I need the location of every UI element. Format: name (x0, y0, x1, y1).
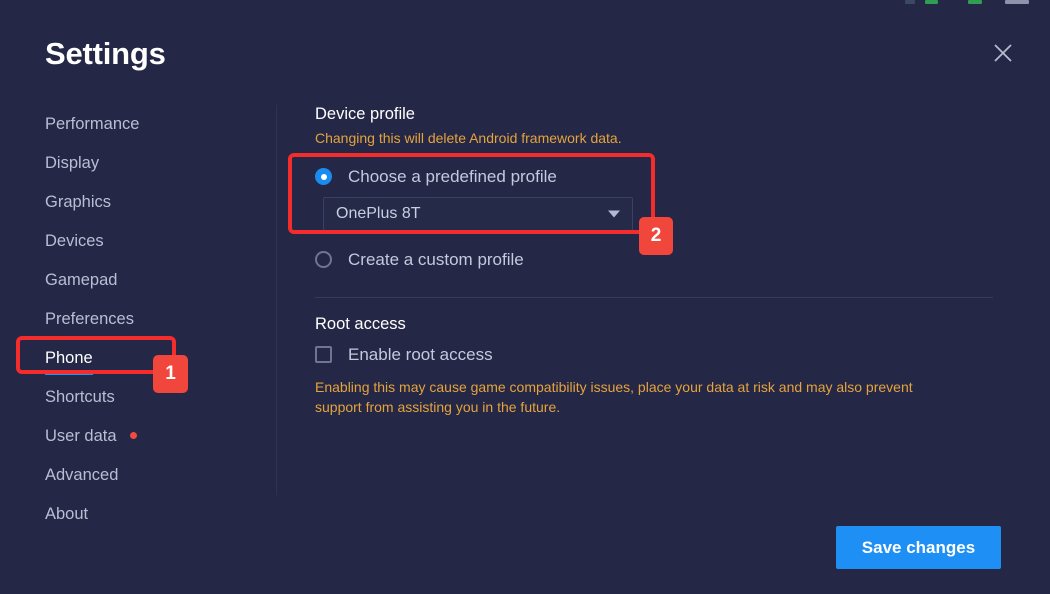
sidebar-item-user-data[interactable]: User data (0, 417, 276, 456)
close-icon[interactable] (988, 38, 1018, 68)
sidebar-item-label: Performance (45, 115, 140, 133)
sidebar-item-performance[interactable]: Performance (0, 105, 276, 144)
sidebar-item-gamepad[interactable]: Gamepad (0, 261, 276, 300)
notification-dot-icon (129, 432, 137, 439)
sidebar-item-devices[interactable]: Devices (0, 222, 276, 261)
device-profile-dropdown[interactable]: OnePlus 8T (323, 196, 633, 231)
root-access-title: Root access (315, 314, 406, 333)
sidebar-item-preferences[interactable]: Preferences (0, 300, 276, 339)
chrome-icon-fragment-1 (905, 0, 915, 4)
device-profile-section: Device profile Changing this will delete… (315, 105, 995, 276)
sidebar-item-label: Display (45, 154, 100, 172)
sidebar-item-phone[interactable]: Phone (0, 339, 276, 378)
settings-sidebar: Performance Display Graphics Devices Gam… (0, 105, 277, 523)
chrome-icon-fragment-3 (968, 0, 982, 4)
sidebar-item-advanced[interactable]: Advanced (0, 456, 276, 495)
save-changes-button[interactable]: Save changes (836, 526, 1001, 569)
radio-selected-icon (315, 168, 332, 186)
checkbox-unchecked-icon (315, 346, 332, 364)
checkbox-enable-root-access-label: Enable root access (348, 344, 493, 364)
sidebar-item-label: Graphics (45, 193, 112, 211)
device-profile-note: Changing this will delete Android framew… (315, 130, 622, 146)
sidebar-item-display[interactable]: Display (0, 144, 276, 183)
chevron-down-icon (608, 210, 620, 218)
page-title: Settings (45, 36, 166, 71)
checkbox-enable-root-access[interactable]: Enable root access (315, 340, 995, 370)
sidebar-item-label: Devices (45, 232, 104, 250)
sidebar-item-label: About (45, 505, 89, 523)
sidebar-item-about[interactable]: About (0, 495, 276, 534)
root-access-section: Root access Enable root access Enabling … (315, 315, 995, 418)
root-access-warning: Enabling this may cause game compatibili… (315, 378, 913, 415)
radio-predefined-profile[interactable]: Choose a predefined profile (315, 161, 995, 193)
radio-predefined-profile-label: Choose a predefined profile (348, 166, 557, 186)
window-header: Settings (0, 5, 1050, 95)
settings-window: Settings Performance Display Graphics De… (0, 5, 1050, 594)
radio-custom-profile-label: Create a custom profile (348, 249, 524, 269)
settings-main-panel: Device profile Changing this will delete… (315, 105, 995, 418)
chrome-icon-fragment-2 (925, 0, 938, 4)
radio-custom-profile[interactable]: Create a custom profile (315, 244, 995, 276)
sidebar-item-label: Advanced (45, 466, 119, 484)
device-profile-dropdown-value: OnePlus 8T (336, 204, 421, 222)
radio-unselected-icon (315, 251, 332, 269)
sidebar-item-label: User data (45, 427, 117, 445)
sidebar-item-label: Gamepad (45, 271, 118, 289)
sidebar-item-label: Preferences (45, 310, 134, 328)
sidebar-item-label: Shortcuts (45, 388, 115, 406)
sidebar-item-label: Phone (45, 349, 93, 367)
section-divider (315, 296, 993, 298)
chrome-icon-fragment-4 (1005, 0, 1029, 4)
device-profile-title: Device profile (315, 105, 415, 123)
sidebar-item-graphics[interactable]: Graphics (0, 183, 276, 222)
sidebar-item-shortcuts[interactable]: Shortcuts (0, 378, 276, 417)
